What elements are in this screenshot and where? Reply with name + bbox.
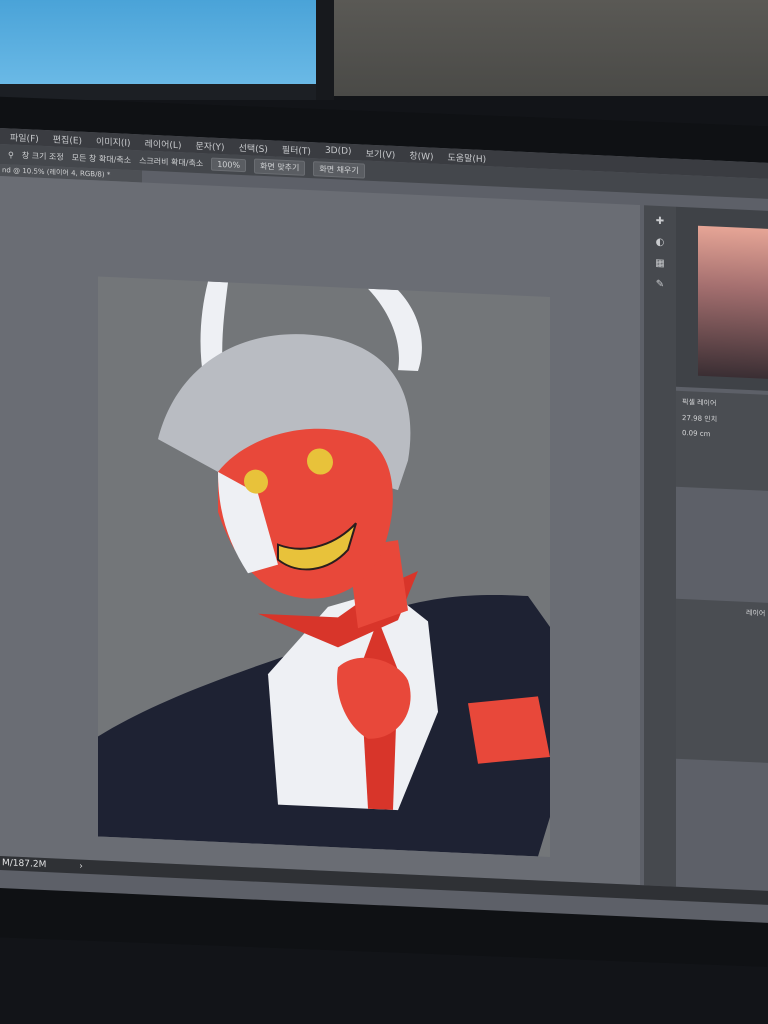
chevron-right-icon[interactable]: › [79, 862, 83, 872]
background-monitor [0, 0, 318, 84]
menu-type[interactable]: 문자(Y) [195, 138, 224, 152]
menu-filter[interactable]: 필터(T) [282, 142, 311, 156]
menu-image[interactable]: 이미지(I) [96, 134, 131, 149]
scrubby-zoom-option[interactable]: 스크러비 확대/축소 [139, 155, 203, 169]
properties-height[interactable]: 0.09 cm [682, 429, 768, 441]
color-picker-field[interactable] [698, 225, 768, 379]
character-illustration [98, 281, 550, 857]
brush-icon[interactable]: ✎ [644, 278, 676, 290]
background-wall [330, 0, 768, 96]
color-panel [676, 206, 768, 391]
zoom-100-button[interactable]: 100% [211, 157, 247, 172]
monitor-divider [316, 0, 334, 100]
photoshop-window: 파일(F) 편집(E) 이미지(I) 레이어(L) 문자(Y) 선택(S) 필터… [0, 128, 768, 923]
properties-pixel-layer: 픽셀 레이어 [682, 397, 717, 408]
move-icon[interactable]: ✚ [644, 215, 676, 227]
document-size-readout: M/187.2M [2, 858, 47, 871]
layers-panel-title[interactable]: 레이어 [746, 608, 768, 619]
fist-shape [468, 696, 550, 764]
menu-select[interactable]: 선택(S) [239, 140, 268, 154]
panel-icon-strip: ✚ ◐ ▦ ✎ [644, 205, 676, 887]
zoom-all-windows-option[interactable]: 모든 창 확대/축소 [72, 152, 131, 166]
menu-edit[interactable]: 편집(E) [53, 132, 82, 146]
layers-panel: 레이어 [676, 598, 768, 763]
menu-layer[interactable]: 레이어(L) [145, 136, 182, 151]
menu-3d[interactable]: 3D(D) [325, 146, 352, 157]
zoom-icon[interactable]: ⚲ [8, 150, 14, 159]
properties-panel: 픽셀 레이어 27.98 인치 0.09 cm [676, 390, 768, 491]
fit-screen-button[interactable]: 화면 맞추기 [254, 158, 306, 176]
background-monitor-bezel [0, 84, 330, 100]
grid-icon[interactable]: ▦ [644, 257, 676, 269]
menu-file[interactable]: 파일(F) [10, 130, 39, 144]
resize-windows-option[interactable]: 창 크기 조정 [22, 149, 64, 162]
menu-window[interactable]: 창(W) [409, 148, 433, 162]
canvas-area[interactable] [0, 176, 640, 886]
fill-screen-button[interactable]: 화면 채우기 [313, 160, 365, 179]
adjust-icon[interactable]: ◐ [644, 236, 676, 248]
menu-view[interactable]: 보기(V) [366, 146, 396, 160]
properties-width[interactable]: 27.98 인치 [682, 413, 768, 427]
menu-help[interactable]: 도움말(H) [448, 150, 487, 165]
artboard[interactable] [98, 276, 550, 857]
